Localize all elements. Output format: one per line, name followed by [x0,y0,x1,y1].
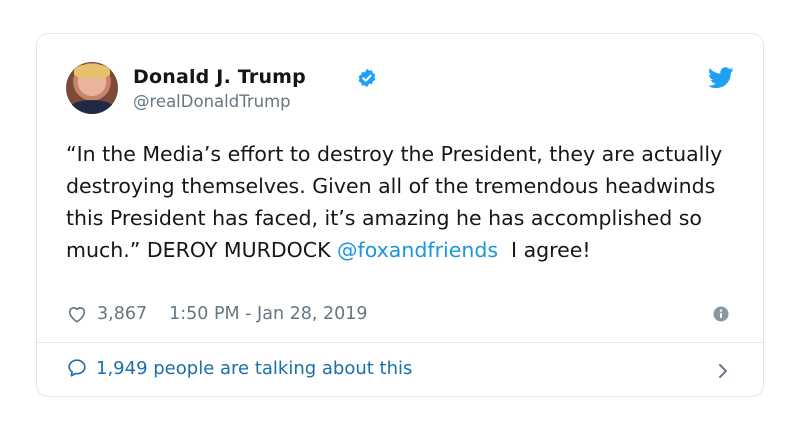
chevron-right-icon[interactable] [716,361,730,381]
tweet-text-tail: I agree! [498,238,591,262]
talking-about-link[interactable]: 1,949 people are talking about this [66,357,412,379]
like-count[interactable]: 3,867 [97,304,147,324]
tweet-meta: 3,867 1:50 PM - Jan 28, 2019 [66,302,368,326]
tweet-card: Donald J. Trump @realDonaldTrump “In the… [36,33,764,397]
speech-bubble-icon [68,359,86,377]
author-handle[interactable]: @realDonaldTrump [133,92,291,111]
heart-icon[interactable] [66,303,88,325]
tweet-text: “In the Media’s effort to destroy the Pr… [66,138,746,266]
mention-link[interactable]: @foxandfriends [337,238,498,262]
divider [37,342,763,343]
author-avatar[interactable] [66,62,118,114]
twitter-bird-icon[interactable] [708,67,734,89]
author-name[interactable]: Donald J. Trump [133,66,306,88]
verified-badge-icon [358,68,376,88]
timestamp[interactable]: 1:50 PM - Jan 28, 2019 [169,304,367,324]
info-icon[interactable] [713,306,729,322]
talking-about-text: 1,949 people are talking about this [96,357,413,379]
